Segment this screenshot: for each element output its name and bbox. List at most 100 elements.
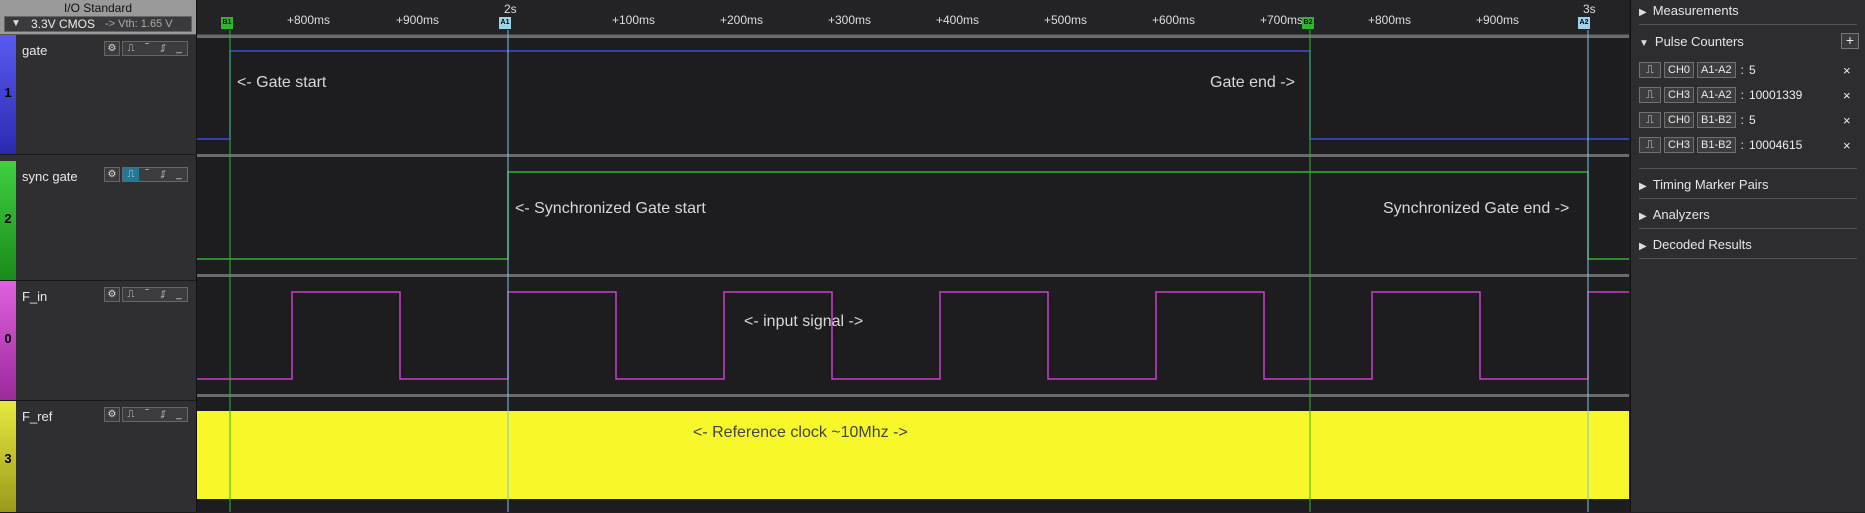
channel-panel: I/O Standard ▼ 3.3V CMOS -> Vth: 1.65 V … xyxy=(0,0,197,513)
rising-edge-icon[interactable]: ⎍ xyxy=(123,168,139,181)
rising-edge-icon[interactable]: ⎍ xyxy=(1639,112,1661,128)
low-level-icon[interactable]: _ xyxy=(171,168,187,181)
counter-channel[interactable]: CH3 xyxy=(1664,137,1695,153)
counter-channel[interactable]: CH0 xyxy=(1664,112,1695,128)
sync-end-annotation: Synchronized Gate end -> xyxy=(1383,200,1570,217)
counter-range[interactable]: B1-B2 xyxy=(1697,137,1736,153)
close-icon[interactable]: × xyxy=(1843,138,1851,153)
rising-edge-icon[interactable]: ⎍ xyxy=(123,42,139,55)
high-level-icon[interactable]: ‾ xyxy=(139,42,155,55)
close-icon[interactable]: × xyxy=(1843,88,1851,103)
low-level-icon[interactable]: _ xyxy=(171,408,187,421)
pulse-counters-section[interactable]: ▼ Pulse Counters xyxy=(1639,34,1744,49)
high-level-icon[interactable]: ‾ xyxy=(139,408,155,421)
decoded-results-section[interactable]: ▶ Decoded Results xyxy=(1639,237,1752,252)
high-level-icon[interactable]: ‾ xyxy=(139,168,155,181)
measurements-section[interactable]: ▶ Measurements xyxy=(1639,3,1739,18)
rising-edge-icon[interactable]: ⎍ xyxy=(123,288,139,301)
counter-value: 5 xyxy=(1748,113,1756,127)
dropdown-arrow-icon[interactable]: ▼ xyxy=(11,18,21,29)
trigger-buttons: ⎍ ‾ ⎎ _ xyxy=(122,41,188,56)
divider xyxy=(1639,198,1857,199)
low-level-icon[interactable]: _ xyxy=(171,288,187,301)
falling-edge-icon[interactable]: ⎎ xyxy=(155,42,171,55)
channel-row-gate[interactable]: 1 gate ⚙ ⎍ ‾ ⎎ _ xyxy=(0,35,196,155)
analyzers-label: Analyzers xyxy=(1652,207,1710,222)
rising-edge-icon[interactable]: ⎍ xyxy=(123,408,139,421)
side-panel: ▶ Measurements ▼ Pulse Counters + ⎍ CH0 A1… xyxy=(1630,0,1865,512)
counter-channel[interactable]: CH0 xyxy=(1664,62,1695,78)
channel-name[interactable]: F_ref xyxy=(22,409,52,424)
trigger-buttons: ⎍ ‾ ⎎ _ xyxy=(122,287,188,302)
counter-colon: : xyxy=(1740,138,1744,152)
channel-name[interactable]: sync gate xyxy=(22,169,78,184)
close-icon[interactable]: × xyxy=(1843,63,1851,78)
channel-row-f-ref[interactable]: 3 F_ref ⚙ ⎍ ‾ ⎎ _ xyxy=(0,401,196,513)
expand-triangle-icon[interactable]: ▶ xyxy=(1639,181,1647,192)
gate-end-annotation: Gate end -> xyxy=(1210,74,1295,91)
channel-index: 2 xyxy=(4,211,12,226)
counter-value: 5 xyxy=(1748,63,1756,77)
input-signal-annotation: <- input signal -> xyxy=(744,313,864,330)
measurements-label: Measurements xyxy=(1652,3,1739,18)
channel-name[interactable]: gate xyxy=(22,43,47,58)
io-standard-value: 3.3V CMOS xyxy=(31,17,96,31)
divider xyxy=(1639,24,1857,25)
falling-edge-icon[interactable]: ⎎ xyxy=(155,168,171,181)
rising-edge-icon[interactable]: ⎍ xyxy=(1639,62,1661,78)
trigger-buttons: ⎍ ‾ ⎎ _ xyxy=(122,407,188,422)
divider xyxy=(1639,258,1857,259)
settings-gear-icon[interactable]: ⚙ xyxy=(104,407,120,422)
channel-row-sync-gate[interactable]: 2 sync gate ⚙ ⎍ ‾ ⎎ _ xyxy=(0,161,196,281)
counter-value: 10004615 xyxy=(1748,138,1803,152)
rising-edge-icon[interactable]: ⎍ xyxy=(1639,87,1661,103)
collapse-triangle-icon[interactable]: ▼ xyxy=(1639,38,1649,49)
counter-colon: : xyxy=(1740,88,1744,102)
timing-marker-pairs-section[interactable]: ▶ Timing Marker Pairs xyxy=(1639,177,1769,192)
settings-gear-icon[interactable]: ⚙ xyxy=(104,167,120,182)
gate-waveform xyxy=(197,50,1629,140)
gate-start-annotation: <- Gate start xyxy=(237,74,327,91)
channel-index: 0 xyxy=(4,331,12,346)
pulse-counters-label: Pulse Counters xyxy=(1654,34,1744,49)
expand-triangle-icon[interactable]: ▶ xyxy=(1639,211,1647,222)
io-standard-header: I/O Standard ▼ 3.3V CMOS -> Vth: 1.65 V xyxy=(0,0,196,35)
settings-gear-icon[interactable]: ⚙ xyxy=(104,41,120,56)
counter-channel[interactable]: CH3 xyxy=(1664,87,1695,103)
pulse-counter-row: ⎍ CH0 A1-A2 : 5 xyxy=(1639,61,1756,79)
f-ref-waveform xyxy=(197,411,1629,499)
expand-triangle-icon[interactable]: ▶ xyxy=(1639,241,1647,252)
expand-triangle-icon[interactable]: ▶ xyxy=(1639,7,1647,18)
pulse-counter-row: ⎍ CH3 B1-B2 : 10004615 xyxy=(1639,136,1802,154)
f-in-waveform xyxy=(197,291,1629,380)
add-counter-button[interactable]: + xyxy=(1841,33,1859,49)
logic-analyzer-window: I/O Standard ▼ 3.3V CMOS -> Vth: 1.65 V … xyxy=(0,0,1865,513)
settings-gear-icon[interactable]: ⚙ xyxy=(104,287,120,302)
reference-clock-annotation: <- Reference clock ~10Mhz -> xyxy=(693,424,908,441)
rising-edge-icon[interactable]: ⎍ xyxy=(1639,137,1661,153)
waveform-canvas[interactable] xyxy=(197,0,1629,512)
decoded-results-label: Decoded Results xyxy=(1652,237,1752,252)
counter-range[interactable]: A1-A2 xyxy=(1697,87,1736,103)
channel-name[interactable]: F_in xyxy=(22,289,47,304)
low-level-icon[interactable]: _ xyxy=(171,42,187,55)
channel-index: 3 xyxy=(4,451,12,466)
falling-edge-icon[interactable]: ⎎ xyxy=(155,288,171,301)
io-standard-select[interactable]: ▼ 3.3V CMOS -> Vth: 1.65 V xyxy=(4,16,192,32)
high-level-icon[interactable]: ‾ xyxy=(139,288,155,301)
analyzers-section[interactable]: ▶ Analyzers xyxy=(1639,207,1710,222)
pulse-counter-row: ⎍ CH3 A1-A2 : 10001339 xyxy=(1639,86,1802,104)
io-standard-title: I/O Standard xyxy=(63,1,133,15)
counter-range[interactable]: B1-B2 xyxy=(1697,112,1736,128)
channel-row-f-in[interactable]: 0 F_in ⚙ ⎍ ‾ ⎎ _ xyxy=(0,281,196,401)
sync-start-annotation: <- Synchronized Gate start xyxy=(515,200,706,217)
pulse-counter-row: ⎍ CH0 B1-B2 : 5 xyxy=(1639,111,1756,129)
counter-value: 10001339 xyxy=(1748,88,1803,102)
trigger-buttons: ⎍ ‾ ⎎ _ xyxy=(122,167,188,182)
close-icon[interactable]: × xyxy=(1843,113,1851,128)
counter-colon: : xyxy=(1740,63,1744,77)
counter-range[interactable]: A1-A2 xyxy=(1697,62,1736,78)
falling-edge-icon[interactable]: ⎎ xyxy=(155,408,171,421)
waveform-view[interactable]: +800ms +900ms +100ms +200ms +300ms +400m… xyxy=(197,0,1629,512)
divider xyxy=(1639,228,1857,229)
